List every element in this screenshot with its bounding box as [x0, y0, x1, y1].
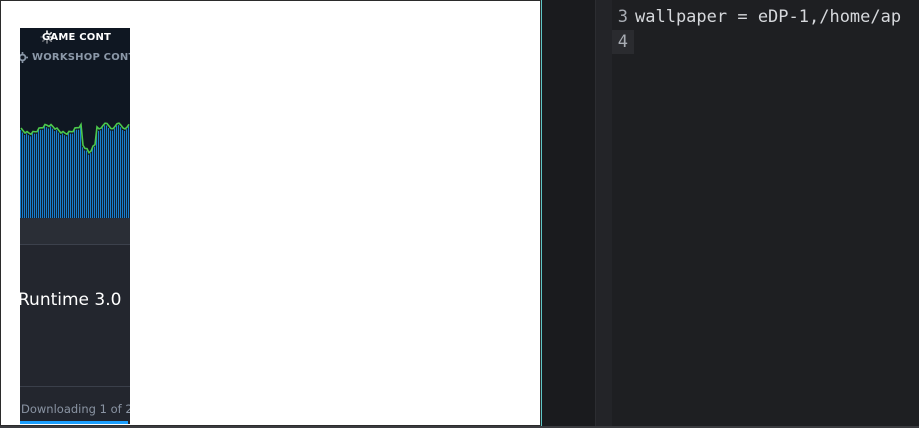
graph-bar — [36, 133, 38, 218]
graph-bar — [60, 135, 62, 218]
graph-bar — [24, 134, 26, 218]
graph-bar — [92, 148, 94, 218]
graph-bar — [110, 130, 112, 218]
graph-bar — [86, 150, 88, 218]
graph-bar — [22, 132, 24, 218]
graph-bar — [118, 125, 120, 218]
graph-bar — [52, 128, 54, 218]
graph-bar — [44, 126, 46, 218]
graph-bar — [82, 147, 84, 218]
graph-bar — [122, 130, 124, 218]
steam-downloads-panel: GAME CONT WORKSHOP CONT Runtime 3.0 Down… — [20, 28, 130, 424]
graph-bar — [104, 125, 106, 218]
graph-bar — [78, 129, 80, 218]
line-number-3: 3 — [617, 7, 628, 27]
graph-bar — [62, 133, 64, 218]
graph-bar — [56, 130, 58, 218]
graph-bar — [64, 135, 66, 218]
tab-workshop-content[interactable]: WORKSHOP CONT — [20, 48, 130, 66]
left-window: GAME CONT WORKSHOP CONT Runtime 3.0 Down… — [0, 0, 541, 426]
graph-bar — [112, 130, 114, 218]
tab-game-content[interactable]: GAME CONT — [20, 28, 130, 46]
download-rate-chart — [20, 122, 130, 218]
editor-sidebar — [542, 0, 596, 426]
graph-bar — [74, 129, 76, 218]
graph-bar — [68, 133, 70, 218]
line-number-gutter — [596, 0, 612, 426]
graph-bar — [100, 130, 102, 218]
download-graph: GAME CONT WORKSHOP CONT — [20, 28, 130, 218]
graph-bar — [48, 128, 50, 218]
divider — [20, 244, 130, 245]
graph-bar — [50, 126, 52, 218]
tab-workshop-content-label: WORKSHOP CONT — [32, 51, 130, 63]
graph-bar — [126, 129, 128, 218]
graph-bar — [72, 133, 74, 218]
graph-bar — [32, 133, 34, 218]
graph-bar — [40, 129, 42, 218]
graph-bar — [88, 154, 90, 218]
steam-header-band — [20, 218, 130, 244]
download-status-footer[interactable]: Downloading 1 of 2 — [20, 386, 130, 424]
graph-bar — [94, 146, 96, 218]
graph-bar — [128, 126, 130, 218]
graph-bar — [116, 125, 118, 218]
graph-bar — [54, 131, 56, 218]
code-line-3[interactable]: wallpaper = eDP-1,/home/ap — [635, 5, 901, 30]
graph-bar — [80, 126, 82, 218]
graph-bar — [66, 136, 68, 218]
graph-bar — [124, 130, 126, 218]
gear-icon — [20, 51, 28, 63]
graph-bar — [70, 133, 72, 218]
line-number-4: 4 — [617, 32, 628, 52]
graph-bar — [120, 127, 122, 218]
download-item-title[interactable]: Runtime 3.0 — [20, 290, 121, 310]
graph-bar — [90, 153, 92, 218]
graph-bar — [46, 127, 48, 218]
graph-bar — [98, 130, 100, 218]
graph-bar — [108, 128, 110, 218]
graph-bar — [106, 125, 108, 218]
graph-bar — [26, 133, 28, 218]
graph-bar — [114, 128, 116, 218]
graph-bar — [58, 132, 60, 218]
graph-bar — [102, 127, 104, 218]
graph-bar — [34, 133, 36, 218]
graph-bar — [84, 150, 86, 218]
tab-game-content-label: GAME CONT — [42, 31, 112, 43]
graph-bar — [96, 128, 98, 218]
download-progress-bar — [20, 421, 128, 424]
graph-bar — [42, 129, 44, 218]
text-editor-window: 3 4 wallpaper = eDP-1,/home/ap — [541, 0, 919, 426]
graph-bar — [38, 129, 40, 218]
graph-bar — [20, 130, 22, 218]
graph-bar — [28, 135, 30, 218]
graph-bar — [76, 129, 78, 218]
graph-bar — [30, 136, 32, 218]
download-status-text: Downloading 1 of 2 — [21, 402, 130, 416]
